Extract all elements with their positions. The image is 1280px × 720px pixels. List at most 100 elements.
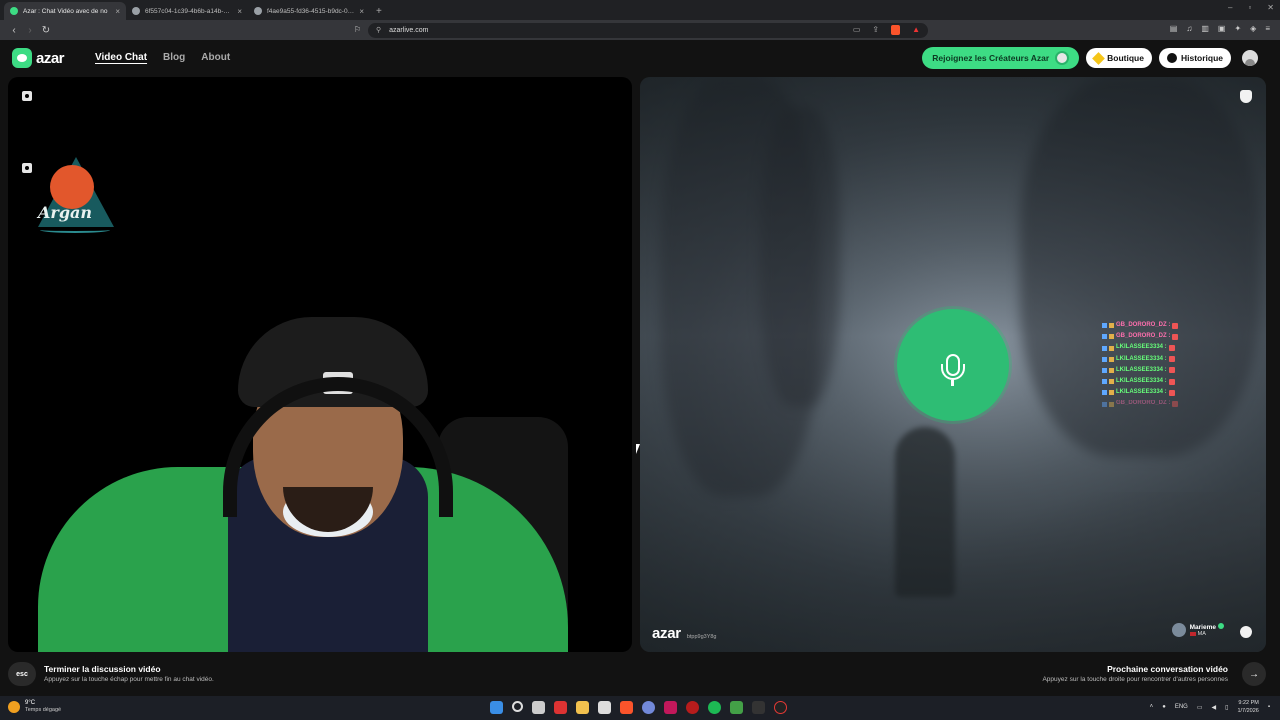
browser-tab-2[interactable]: 6f557c04-1c39-4b6b-a14b-3cadff17 × [126,2,248,20]
badge-icon [1102,323,1107,329]
spotify-icon[interactable] [708,701,721,714]
app-icon-red[interactable] [554,701,567,714]
emote-icon [1168,367,1175,374]
reload-icon[interactable]: ↻ [38,25,54,36]
azar-favicon-icon [10,7,18,15]
obs-icon[interactable] [774,701,787,714]
extensions-icon[interactable]: ✦ [1234,24,1241,33]
weather-condition: Temps dégagé [25,707,62,713]
tab-title: Azar : Chat Vidéo avec de no [23,7,108,15]
end-chat-title: Terminer la discussion vidéo [44,664,161,674]
bookmark-icon[interactable]: ⚐ [354,25,361,34]
end-chat-button[interactable]: esc [8,662,36,686]
notifications-icon[interactable]: ▪ [1268,704,1270,710]
search-icon[interactable] [512,701,523,712]
language-indicator[interactable]: ENG [1175,704,1188,710]
join-creators-button[interactable]: Rejoignez les Créateurs Azar [922,47,1080,69]
vpn-icon[interactable]: ◈ [1250,24,1256,33]
next-chat-button[interactable]: → [1242,662,1266,686]
back-icon[interactable]: ‹ [6,25,22,36]
close-tab-icon[interactable]: × [115,7,120,16]
badge-icon [1109,390,1114,396]
forward-icon[interactable]: › [22,25,38,36]
azar-logo[interactable]: azar [12,48,65,68]
file-explorer-icon[interactable] [576,701,589,714]
wallet-icon[interactable]: ▤ [1170,24,1178,33]
nav-blog[interactable]: Blog [163,52,185,63]
face-mask-icon[interactable] [22,163,32,173]
chat-bubble-icon[interactable] [1240,626,1252,638]
creator-badge-icon [1055,51,1070,65]
minimize-icon[interactable]: – [1228,3,1232,12]
badge-icon [1102,390,1107,396]
menu-icon[interactable]: ≡ [1265,24,1270,33]
chat-overlay-line: GB_DORORO_DZ : [1102,320,1179,331]
screenshot-icon[interactable]: ▣ [1218,24,1226,33]
chat-overlay-line: LKILASSEE3334 : [1102,354,1178,365]
close-tab-icon[interactable]: × [359,7,364,16]
join-creators-label: Rejoignez les Créateurs Azar [932,53,1050,63]
badge-icon [1109,334,1114,340]
history-label: Historique [1180,53,1223,63]
peer-info[interactable]: Marieme MA [1171,623,1224,637]
nav-about[interactable]: About [201,52,230,63]
taskbar-apps [490,701,787,714]
temperature: 9°C [25,700,36,706]
brave-shields-icon[interactable] [891,25,901,35]
argan-logo-text: Argan [38,203,93,222]
volume-icon[interactable]: ◀ [1212,704,1217,711]
badge-icon [1102,401,1107,407]
badge-icon [1102,379,1107,385]
browser-tab-bar: Azar : Chat Vidéo avec de no × 6f557c04-… [0,0,1280,20]
close-tab-icon[interactable]: × [237,7,242,16]
site-info-icon[interactable]: ⚲ [376,26,381,34]
main-nav: Video Chat Blog About [95,52,230,63]
effects-icon[interactable] [22,91,32,101]
cast-icon[interactable]: ▭ [853,25,861,35]
report-shield-icon[interactable] [1240,90,1252,103]
windows-start-icon[interactable] [490,701,503,714]
system-tray: ˄ ● ENG ▭ ◀ ▯ 9:22 PM 1/7/2026 ▪ [1150,699,1270,715]
browser-extensions: ▤ ♫ ▥ ▣ ✦ ◈ ≡ [1170,24,1270,33]
globe-icon [254,7,262,15]
weather-widget[interactable]: 9°C Temps dégagé [8,700,61,714]
record-icon[interactable] [686,701,699,714]
close-window-icon[interactable]: ✕ [1267,3,1274,12]
badge-icon [1109,379,1114,385]
address-bar[interactable]: ⚲ azarlive.com ▭ ⇪ ▲ [368,22,928,38]
network-icon[interactable]: ▭ [1197,704,1203,711]
share-icon[interactable]: ⇪ [872,25,879,35]
media-player-icon[interactable] [730,701,743,714]
music-icon[interactable]: ♫ [1186,24,1192,33]
browser-tab-3[interactable]: f4ae9a55-fd36-4515-b9dc-0f1f0a65 × [248,2,370,20]
maximize-icon[interactable]: ▫ [1248,3,1251,12]
store-icon[interactable] [598,701,611,714]
profile-avatar-icon[interactable] [1242,50,1258,66]
battery-icon[interactable]: ▯ [1225,704,1228,711]
browser-tab-azar[interactable]: Azar : Chat Vidéo avec de no × [4,2,126,20]
chat-username: LKILASSEE3334 : [1116,389,1167,396]
nav-video-chat[interactable]: Video Chat [95,52,147,63]
mic-tray-icon[interactable]: ● [1162,704,1166,710]
clock[interactable]: 9:22 PM 1/7/2026 [1237,699,1258,715]
remote-video-panel: GB_DORORO_DZ : GB_DORORO_DZ : LKILASSEE333… [640,77,1266,652]
history-button[interactable]: Historique [1158,48,1231,68]
badge-icon [1109,367,1114,373]
shop-button[interactable]: Boutique [1086,48,1152,68]
emote-icon [1172,322,1179,329]
sidebar-icon[interactable]: ▥ [1201,24,1209,33]
watermark-id: btpp9g3Y8g [686,634,717,640]
new-tab-button[interactable]: + [370,6,388,20]
badge-icon [1102,356,1107,362]
discord-icon[interactable] [642,701,655,714]
tray-expand-icon[interactable]: ˄ [1150,704,1154,710]
windows-taskbar: 9°C Temps dégagé ˄ ● ENG ▭ ◀ ▯ 9:22 PM 1… [0,696,1280,720]
azar-logo-icon [12,48,32,68]
brave-rewards-icon[interactable]: ▲ [912,25,920,35]
app-icon-dark[interactable] [752,701,765,714]
morocco-flag-icon [1189,632,1196,636]
app-icon-magenta[interactable] [664,701,677,714]
task-view-icon[interactable] [532,701,545,714]
tab-title: f4ae9a55-fd36-4515-b9dc-0f1f0a65 [267,7,355,15]
brave-browser-icon[interactable] [620,701,633,714]
